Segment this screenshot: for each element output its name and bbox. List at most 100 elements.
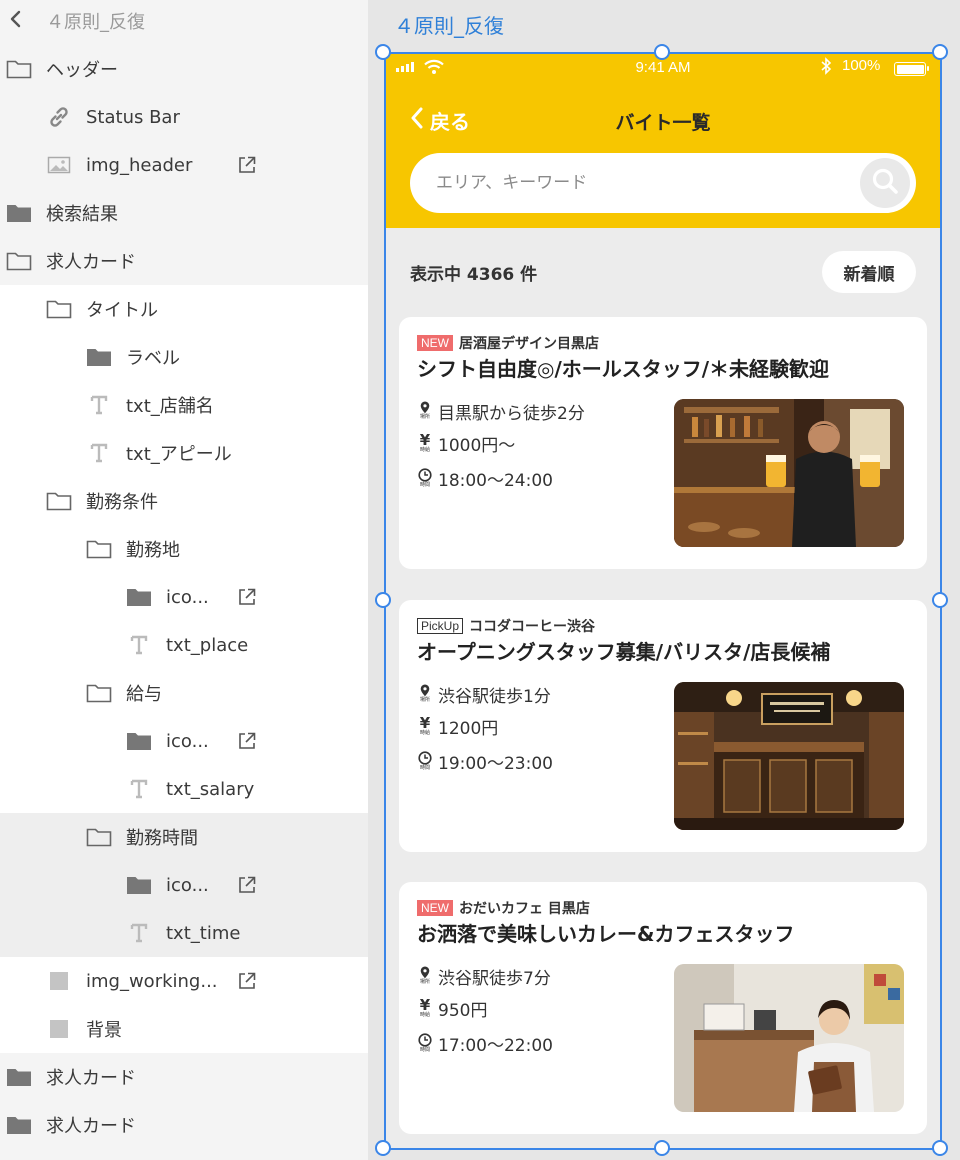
- external-link-icon[interactable]: [236, 730, 258, 752]
- layer-row-title[interactable]: タイトル: [0, 285, 368, 333]
- layer-label: txt_time: [166, 922, 241, 944]
- external-link-icon[interactable]: [236, 154, 258, 176]
- layer-row-img-header[interactable]: img_header: [0, 141, 368, 189]
- app-header: 9:41 AM 100% 戻る バイト一覧: [386, 54, 940, 228]
- rectangle-icon: [46, 1017, 72, 1041]
- layer-label: 検索結果: [46, 204, 118, 225]
- sort-button[interactable]: 新着順: [822, 251, 916, 293]
- results-count: 表示中 4366 件: [410, 265, 538, 285]
- layers-panel: ４原則_反復 ヘッダー Status Bar img_header 検索結果 求…: [0, 0, 368, 1160]
- text-icon: [126, 777, 152, 801]
- location-pin-icon: 場所: [417, 684, 433, 706]
- layer-row-img-working[interactable]: img_working...: [0, 957, 368, 1005]
- external-link-icon[interactable]: [236, 874, 258, 896]
- layer-row-ico-time[interactable]: ico...: [0, 861, 368, 909]
- location-pin-icon: 場所: [417, 401, 433, 423]
- text-icon: [126, 633, 152, 657]
- yen-icon: ¥ 時給: [419, 995, 431, 1018]
- resize-handle-top-right[interactable]: [932, 44, 948, 60]
- layer-row-header[interactable]: ヘッダー: [0, 45, 368, 93]
- layer-row-txt-shop[interactable]: txt_店舗名: [0, 381, 368, 429]
- card-shop-row: NEW 居酒屋デザイン目黒店: [417, 333, 599, 353]
- job-time: 時間 18:00〜24:00: [417, 466, 553, 491]
- folder-outline-icon: [86, 537, 112, 561]
- image-icon: [46, 153, 72, 177]
- clock-icon: 時間: [417, 750, 433, 773]
- layer-row-txt-time[interactable]: txt_time: [0, 909, 368, 957]
- job-card[interactable]: PickUp ココダコーヒー渋谷 オープニングスタッフ募集/バリスタ/店長候補 …: [399, 600, 927, 852]
- text-icon: [86, 393, 112, 417]
- layer-row-job-card[interactable]: 求人カード: [0, 237, 368, 285]
- folder-filled-icon: [126, 729, 152, 753]
- artboard-title[interactable]: ４原則_反復: [394, 10, 504, 39]
- folder-outline-icon: [46, 297, 72, 321]
- layer-label: txt_place: [166, 634, 249, 656]
- search-button[interactable]: [860, 158, 910, 208]
- time-text: 18:00〜24:00: [438, 471, 553, 491]
- layer-label: img_header: [86, 154, 193, 176]
- text-icon: [86, 441, 112, 465]
- resize-handle-left[interactable]: [375, 592, 391, 608]
- folder-outline-icon: [86, 681, 112, 705]
- external-link-icon[interactable]: [236, 970, 258, 992]
- layer-row-location[interactable]: 勤務地: [0, 525, 368, 573]
- layer-label: 勤務地: [126, 540, 180, 561]
- layer-row-job-card-3[interactable]: 求人カード: [0, 1101, 368, 1149]
- link-icon: [46, 105, 72, 129]
- layer-label: ヘッダー: [46, 60, 118, 81]
- chevron-left-icon: [10, 9, 22, 34]
- resize-handle-bottom-left[interactable]: [375, 1140, 391, 1156]
- resize-handle-bottom[interactable]: [654, 1140, 670, 1156]
- clock-icon: 時間: [417, 467, 433, 490]
- layer-row-ico-salary[interactable]: ico...: [0, 717, 368, 765]
- clock-icon: 時間: [417, 1032, 433, 1055]
- badge-new: NEW: [417, 900, 453, 916]
- layers-back-button[interactable]: ４原則_反復: [0, 0, 368, 45]
- place-text: 渋谷駅徒歩1分: [438, 687, 551, 707]
- layer-label: ico...: [166, 874, 209, 896]
- job-photo-cafe-interior: [674, 682, 904, 830]
- resize-handle-top-left[interactable]: [375, 44, 391, 60]
- resize-handle-bottom-right[interactable]: [932, 1140, 948, 1156]
- layer-label: 求人カード: [46, 1116, 136, 1137]
- layer-row-background[interactable]: 背景: [0, 1005, 368, 1053]
- search-input[interactable]: [436, 167, 836, 199]
- resize-handle-right[interactable]: [932, 592, 948, 608]
- place-text: 渋谷駅徒歩7分: [438, 969, 551, 989]
- search-icon: [870, 166, 900, 200]
- layer-row-salary[interactable]: 給与: [0, 669, 368, 717]
- job-photo-izakaya: [674, 399, 904, 547]
- layer-row-label[interactable]: ラベル: [0, 333, 368, 381]
- shop-name: おだいカフェ 目黒店: [459, 901, 590, 917]
- folder-outline-icon: [46, 489, 72, 513]
- layer-row-txt-appeal[interactable]: txt_アピール: [0, 429, 368, 477]
- layer-row-ico-place[interactable]: ico...: [0, 573, 368, 621]
- layer-row-txt-salary[interactable]: txt_salary: [0, 765, 368, 813]
- nav-bar: 戻る バイト一覧: [386, 100, 940, 140]
- battery-percent: 100%: [842, 57, 881, 74]
- layer-row-status-bar[interactable]: Status Bar: [0, 93, 368, 141]
- layer-row-txt-place[interactable]: txt_place: [0, 621, 368, 669]
- location-pin-icon: 場所: [417, 966, 433, 988]
- resize-handle-top[interactable]: [654, 44, 670, 60]
- layer-label: txt_salary: [166, 778, 255, 800]
- job-salary: ¥ 時給 1000円〜: [417, 431, 515, 456]
- layer-row-conditions[interactable]: 勤務条件: [0, 477, 368, 525]
- job-card[interactable]: NEW 居酒屋デザイン目黒店 シフト自由度◎/ホールスタッフ/＊未経験歓迎 場所…: [399, 317, 927, 569]
- external-link-icon[interactable]: [236, 586, 258, 608]
- bluetooth-icon: [820, 57, 832, 79]
- layer-label: 背景: [86, 1020, 122, 1041]
- job-place: 場所 目黒駅から徒歩2分: [417, 399, 585, 424]
- job-appeal: お洒落で美味しいカレー&カフェスタッフ: [417, 922, 795, 946]
- layer-row-job-card-2[interactable]: 求人カード: [0, 1053, 368, 1101]
- layer-label: 勤務条件: [86, 492, 158, 513]
- job-card[interactable]: NEW おだいカフェ 目黒店 お洒落で美味しいカレー&カフェスタッフ 場所 渋谷…: [399, 882, 927, 1134]
- job-appeal: オープニングスタッフ募集/バリスタ/店長候補: [417, 640, 831, 664]
- artboard[interactable]: 9:41 AM 100% 戻る バイト一覧 エリア、キーワード 表示中 4366…: [386, 54, 940, 1148]
- job-salary: ¥ 時給 950円: [417, 995, 488, 1021]
- folder-filled-icon: [86, 345, 112, 369]
- badge-pickup: PickUp: [417, 618, 464, 634]
- layer-row-search-results[interactable]: 検索結果: [0, 189, 368, 237]
- folder-outline-icon: [6, 249, 32, 273]
- layer-row-work-hours[interactable]: 勤務時間: [0, 813, 368, 861]
